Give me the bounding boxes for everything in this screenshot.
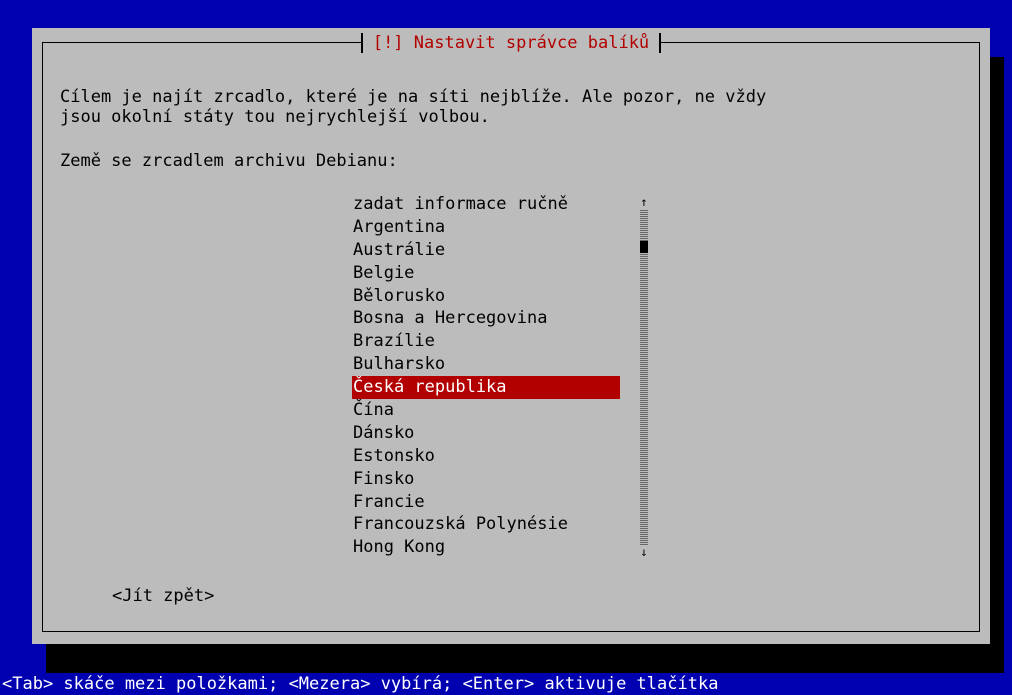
go-back-button[interactable]: <Jít zpět>	[112, 586, 214, 606]
list-item[interactable]: Dánsko	[352, 422, 620, 445]
scroll-track[interactable]	[640, 209, 648, 545]
country-listbox[interactable]: zadat informace ručně Argentina Austrálie B…	[352, 193, 652, 561]
list-item[interactable]: Belgie	[352, 262, 620, 285]
dialog-title: [!] Nastavit správce balíků	[360, 33, 662, 53]
mirror-country-dialog: [!] Nastavit správce balíků Cílem je naj…	[32, 28, 990, 644]
list-item-selected[interactable]: Česká republika	[352, 376, 620, 400]
list-item[interactable]: Finsko	[352, 468, 620, 491]
list-item[interactable]: Bosna a Hercegovina	[352, 307, 620, 330]
list-item[interactable]: Brazílie	[352, 330, 620, 353]
list-item[interactable]: Francouzská Polynésie	[352, 513, 620, 536]
list-item[interactable]: Estonsko	[352, 445, 620, 468]
list-item[interactable]: Čína	[352, 399, 620, 422]
description-line-2: jsou okolní státy tou nejrychlejší volbo…	[60, 107, 490, 127]
list-item[interactable]: Francie	[352, 491, 620, 514]
arrow-down-icon[interactable]: ↓	[639, 545, 649, 559]
description-line-1: Cílem je najít zrcadlo, které je na síti…	[60, 87, 767, 107]
list-item[interactable]: zadat informace ručně	[352, 193, 620, 216]
list-item[interactable]: Bulharsko	[352, 353, 620, 376]
installer-screen: [!] Nastavit správce balíků Cílem je naj…	[0, 0, 1012, 695]
dialog-title-wrap: [!] Nastavit správce balíků	[32, 33, 990, 53]
list-scrollbar[interactable]: ↑ ↓	[639, 193, 649, 561]
arrow-up-icon[interactable]: ↑	[639, 195, 649, 209]
keyboard-hint: <Tab> skáče mezi položkami; <Mezera> vyb…	[2, 674, 719, 694]
list-item[interactable]: Hong Kong	[352, 536, 620, 559]
list-prompt: Země se zrcadlem archivu Debianu:	[60, 151, 398, 171]
list-item[interactable]: Austrálie	[352, 239, 620, 262]
scroll-thumb[interactable]	[640, 241, 648, 253]
list-item[interactable]: Bělorusko	[352, 285, 620, 308]
list-item[interactable]: Argentina	[352, 216, 620, 239]
